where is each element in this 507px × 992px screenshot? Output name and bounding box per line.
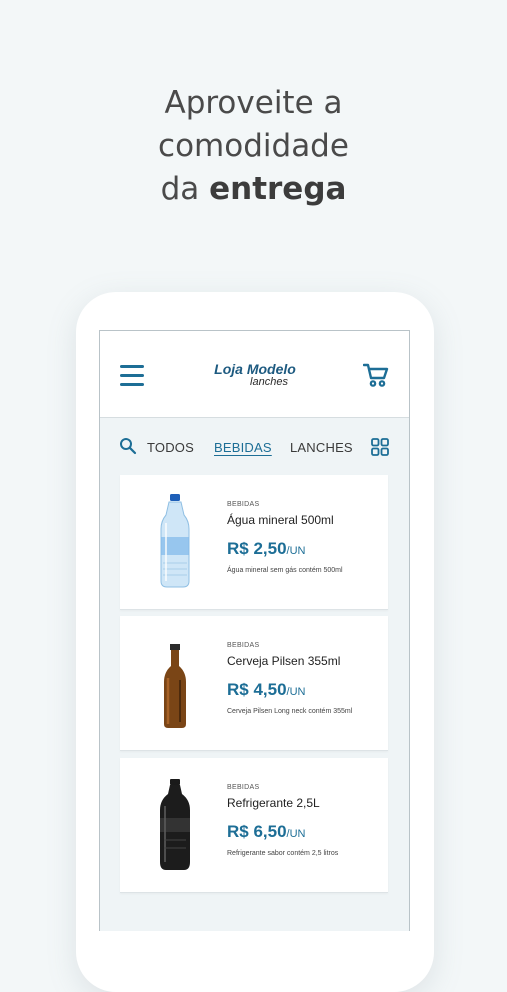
headline: Aproveite a comodidade da entrega bbox=[0, 82, 507, 211]
logo-title: Loja Modelo bbox=[214, 361, 296, 377]
product-price: R$ 4,50/UN bbox=[227, 680, 306, 700]
product-card[interactable]: BEBIDAS Água mineral 500ml R$ 2,50/UN Ág… bbox=[120, 475, 388, 610]
soda-bottle-image bbox=[160, 779, 190, 870]
product-name: Água mineral 500ml bbox=[227, 513, 334, 527]
product-card[interactable]: BEBIDAS Refrigerante 2,5L R$ 6,50/UN Ref… bbox=[120, 758, 388, 893]
tab-lanches[interactable]: LANCHES bbox=[290, 440, 353, 455]
price-value: R$ 2,50 bbox=[227, 539, 287, 558]
product-description: Cerveja Pilsen Long neck contém 355ml bbox=[227, 708, 353, 715]
product-description: Refrigerante sabor contém 2,5 litros bbox=[227, 850, 339, 857]
product-category: BEBIDAS bbox=[227, 501, 260, 508]
product-name: Refrigerante 2,5L bbox=[227, 796, 320, 810]
beer-bottle-image bbox=[164, 644, 186, 728]
store-logo: Loja Modelo lanches bbox=[210, 362, 300, 388]
price-unit: /UN bbox=[286, 545, 306, 557]
headline-line-3-prefix: da bbox=[160, 171, 210, 207]
price-value: R$ 6,50 bbox=[227, 822, 287, 841]
price-unit: /UN bbox=[286, 828, 306, 840]
menu-icon[interactable] bbox=[120, 365, 144, 386]
app-bar: Loja Modelo lanches bbox=[100, 331, 409, 418]
water-bottle-image bbox=[160, 494, 190, 588]
product-description: Água mineral sem gás contém 500ml bbox=[227, 567, 343, 574]
category-tabs: TODOS BEBIDAS LANCHES bbox=[100, 431, 409, 461]
price-unit: /UN bbox=[286, 686, 306, 698]
headline-emphasis: entrega bbox=[209, 171, 347, 207]
price-value: R$ 4,50 bbox=[227, 680, 287, 699]
grid-view-icon[interactable] bbox=[371, 438, 389, 456]
cart-icon[interactable] bbox=[363, 362, 389, 388]
product-category: BEBIDAS bbox=[227, 642, 260, 649]
headline-line-1: Aproveite a bbox=[164, 85, 343, 121]
product-card[interactable]: BEBIDAS Cerveja Pilsen 355ml R$ 4,50/UN … bbox=[120, 616, 388, 751]
tab-bebidas[interactable]: BEBIDAS bbox=[214, 440, 272, 455]
product-price: R$ 2,50/UN bbox=[227, 539, 306, 559]
headline-line-2: comodidade bbox=[158, 128, 349, 164]
app-screen: Loja Modelo lanches TODOS BEBIDAS LANCHE… bbox=[99, 330, 410, 931]
logo-subtitle: lanches bbox=[250, 376, 288, 388]
search-icon[interactable] bbox=[119, 437, 137, 455]
product-name: Cerveja Pilsen 355ml bbox=[227, 654, 341, 668]
product-price: R$ 6,50/UN bbox=[227, 822, 306, 842]
headline-line-3: da entrega bbox=[0, 168, 507, 211]
tab-todos[interactable]: TODOS bbox=[147, 440, 194, 455]
product-category: BEBIDAS bbox=[227, 784, 260, 791]
